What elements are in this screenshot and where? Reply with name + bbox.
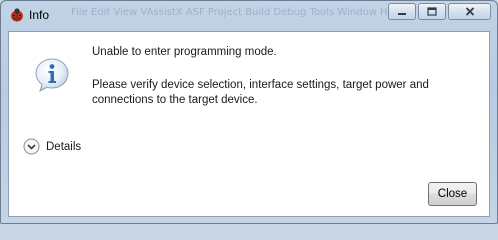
minimize-icon <box>398 12 406 15</box>
dialog-body: Unable to enter programming mode. Please… <box>8 31 490 217</box>
chevron-down-circle-icon <box>23 138 40 155</box>
ladybug-icon <box>11 8 23 22</box>
maximize-icon <box>427 7 437 16</box>
window-title: Info <box>29 8 50 22</box>
info-icon <box>35 58 69 93</box>
title-close-button[interactable] <box>448 3 491 20</box>
background-menu-ghost: File Edit View VAssistX ASF Project Buil… <box>71 7 403 18</box>
details-toggle[interactable]: Details <box>23 138 81 155</box>
title-bar[interactable]: File Edit View VAssistX ASF Project Buil… <box>1 1 497 31</box>
caption-buttons <box>388 3 491 20</box>
minimize-button[interactable] <box>388 3 416 20</box>
message-line-2: Please verify device selection, interfac… <box>92 79 429 106</box>
details-label: Details <box>46 140 82 153</box>
close-button[interactable]: Close <box>428 182 477 206</box>
close-icon <box>465 7 474 16</box>
info-dialog: File Edit View VAssistX ASF Project Buil… <box>0 0 498 224</box>
maximize-button[interactable] <box>418 3 446 20</box>
message-line-1: Unable to enter programming mode. <box>92 46 277 58</box>
